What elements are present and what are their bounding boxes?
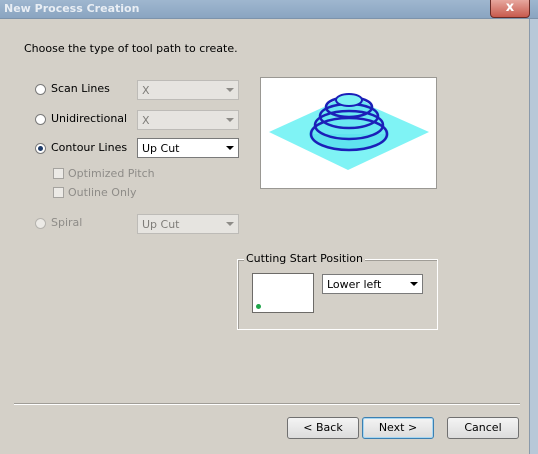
title-bar: New Process Creation x — [0, 0, 538, 19]
spiral-radio[interactable] — [35, 218, 46, 229]
outline-only-checkbox[interactable] — [53, 187, 64, 198]
scan-lines-direction-value: X — [142, 84, 150, 97]
close-icon: x — [505, 0, 515, 15]
close-button[interactable]: x — [490, 0, 530, 18]
unidirectional-direction-select[interactable]: X — [137, 110, 239, 130]
chevron-down-icon — [410, 282, 418, 286]
spiral-cut-value: Up Cut — [142, 218, 180, 231]
optimized-pitch-label: Optimized Pitch — [68, 167, 155, 180]
start-position-select[interactable]: Lower left — [322, 274, 423, 294]
contour-lines-radio[interactable] — [35, 143, 46, 154]
scan-lines-label: Scan Lines — [51, 82, 110, 95]
back-button[interactable]: < Back — [287, 417, 359, 439]
contour-lines-label: Contour Lines — [51, 141, 128, 154]
footer-separator — [14, 403, 520, 405]
spiral-cut-select[interactable]: Up Cut — [137, 214, 239, 234]
contour-lines-cut-select[interactable]: Up Cut — [137, 138, 239, 158]
next-button[interactable]: Next > — [362, 417, 434, 439]
start-position-marker — [256, 304, 261, 309]
window-title: New Process Creation — [4, 2, 140, 15]
scan-lines-direction-select[interactable]: X — [137, 80, 239, 100]
unidirectional-direction-value: X — [142, 114, 150, 127]
start-position-indicator — [252, 273, 314, 313]
contour-toolpath-preview-icon — [269, 93, 429, 170]
chevron-down-icon — [226, 118, 234, 122]
outline-only-label: Outline Only — [68, 186, 137, 199]
contour-lines-cut-value: Up Cut — [142, 142, 180, 155]
cancel-button[interactable]: Cancel — [447, 417, 519, 439]
instruction-text: Choose the type of tool path to create. — [24, 42, 238, 55]
chevron-down-icon — [226, 146, 234, 150]
unidirectional-label: Unidirectional — [51, 112, 128, 125]
toolpath-preview — [260, 77, 437, 189]
chevron-down-icon — [226, 222, 234, 226]
scan-lines-radio[interactable] — [35, 84, 46, 95]
unidirectional-radio[interactable] — [35, 114, 46, 125]
optimized-pitch-checkbox[interactable] — [53, 168, 64, 179]
spiral-label: Spiral — [51, 216, 83, 229]
cutting-start-legend: Cutting Start Position — [244, 252, 365, 265]
window-frame-edge — [529, 19, 538, 454]
chevron-down-icon — [226, 88, 234, 92]
start-position-value: Lower left — [327, 278, 382, 291]
